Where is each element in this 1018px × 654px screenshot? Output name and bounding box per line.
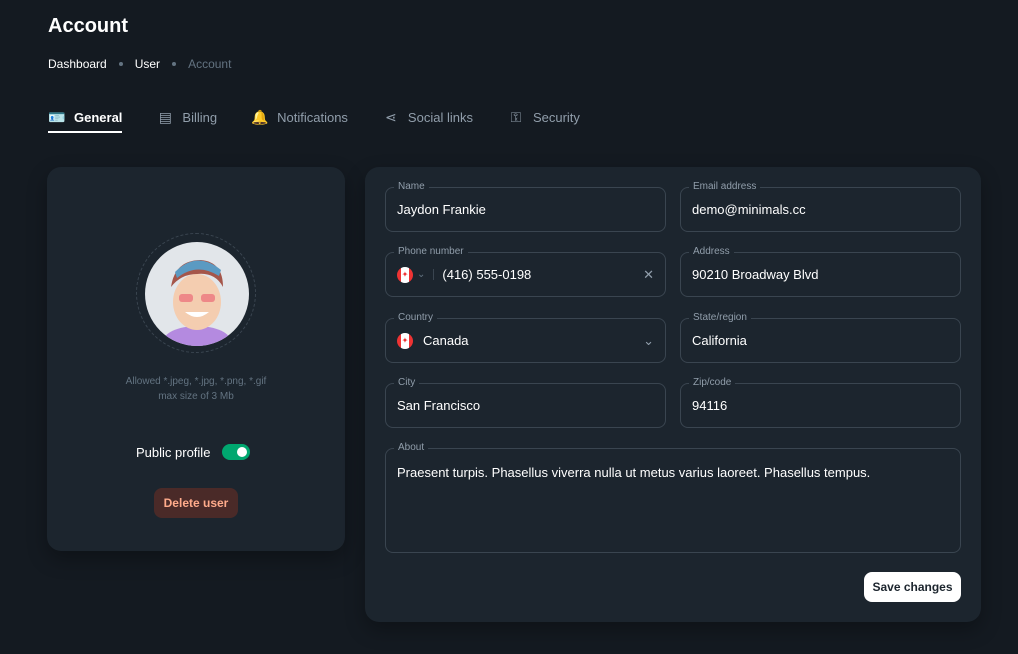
field-label: Email address — [689, 181, 761, 192]
profile-card: Allowed *.jpeg, *.jpg, *.png, *.gif max s… — [47, 167, 345, 551]
details-form: Name Jaydon Frankie Email address demo@min… — [365, 167, 981, 622]
field-label: Zip/code — [689, 377, 736, 388]
breadcrumb-user[interactable]: User — [135, 57, 160, 71]
zip-field[interactable]: Zip/code 94116 — [680, 377, 961, 428]
field-label: About — [394, 442, 429, 453]
field-value: 94116 — [692, 398, 728, 413]
tab-social-links[interactable]: ⋖ Social links — [382, 102, 473, 133]
tab-notifications[interactable]: 🔔 Notifications — [251, 102, 348, 133]
receipt-icon: ▤ — [158, 109, 173, 125]
field-label: State/region — [689, 312, 751, 323]
avatar-upload[interactable] — [136, 233, 256, 353]
field-value: (416) 555-0198 — [442, 267, 532, 282]
key-icon: ⚿ — [510, 109, 522, 125]
chevron-down-icon[interactable]: ⌄ — [417, 269, 435, 280]
field-label: Country — [394, 312, 438, 323]
page-title: Account — [48, 15, 128, 37]
phone-field[interactable]: Phone number ✦ ⌄ (416) 555-0198 ✕ — [385, 246, 666, 297]
state-field[interactable]: State/region California — [680, 312, 961, 363]
separator — [172, 62, 177, 66]
public-profile-row: Public profile — [136, 444, 251, 460]
tab-general[interactable]: 🪪 General — [48, 102, 123, 133]
save-changes-button[interactable]: Save changes — [864, 572, 961, 602]
bell-icon: 🔔 — [251, 109, 269, 125]
address-field[interactable]: Address 90210 Broadway Blvd — [680, 246, 961, 297]
field-value: 90210 Broadway Blvd — [692, 267, 819, 282]
email-field[interactable]: Email address demo@minimals.cc — [680, 181, 961, 232]
field-label: Address — [689, 246, 734, 257]
breadcrumb-dashboard[interactable]: Dashboard — [48, 57, 107, 71]
public-profile-label: Public profile — [136, 444, 211, 460]
separator — [118, 62, 123, 66]
breadcrumb-account: Account — [188, 57, 232, 71]
tab-label: Notifications — [277, 110, 348, 125]
tab-security[interactable]: ⚿ Security — [507, 102, 580, 133]
tab-label: Security — [532, 110, 580, 125]
public-profile-toggle[interactable] — [222, 444, 251, 460]
canada-flag-icon: ✦ — [397, 332, 413, 349]
upload-hint: Allowed *.jpeg, *.jpg, *.png, *.gif max s… — [47, 374, 345, 404]
field-label: Name — [394, 181, 429, 192]
tab-billing[interactable]: ▤ Billing — [156, 102, 217, 133]
delete-user-button[interactable]: Delete user — [154, 488, 238, 518]
field-label: City — [394, 377, 420, 388]
field-value: demo@minimals.cc — [692, 202, 806, 217]
field-value: San Francisco — [397, 398, 481, 413]
field-value: California — [692, 333, 747, 348]
hint-formats: Allowed *.jpeg, *.jpg, *.png, *.gif — [125, 376, 267, 387]
name-field[interactable]: Name Jaydon Frankie — [385, 181, 666, 232]
field-value: Canada — [423, 333, 469, 348]
tab-label: General — [74, 110, 123, 125]
hint-size: max size of 3 Mb — [158, 391, 234, 402]
field-value: Jaydon Frankie — [397, 202, 486, 217]
country-select[interactable]: Country ✦ Canada ⌄ — [385, 312, 666, 363]
chevron-down-icon[interactable]: ⌄ — [643, 333, 654, 349]
clear-icon[interactable]: ✕ — [643, 267, 654, 283]
id-card-icon: 🪪 — [48, 109, 66, 125]
avatar — [145, 242, 249, 346]
field-value: Praesent turpis. Phasellus viverra nulla… — [397, 465, 871, 480]
field-label: Phone number — [394, 246, 468, 257]
about-textarea[interactable]: About Praesent turpis. Phasellus viverra … — [385, 442, 961, 553]
share-icon: ⋖ — [385, 109, 397, 125]
tab-label: Billing — [182, 110, 218, 125]
city-field[interactable]: City San Francisco — [385, 377, 666, 428]
tab-label: Social links — [407, 110, 473, 125]
tabs: 🪪 General ▤ Billing 🔔 Notifications ⋖ Social… — [48, 102, 580, 133]
breadcrumb: Dashboard User Account — [48, 57, 231, 71]
canada-flag-icon[interactable]: ✦ — [397, 266, 413, 283]
